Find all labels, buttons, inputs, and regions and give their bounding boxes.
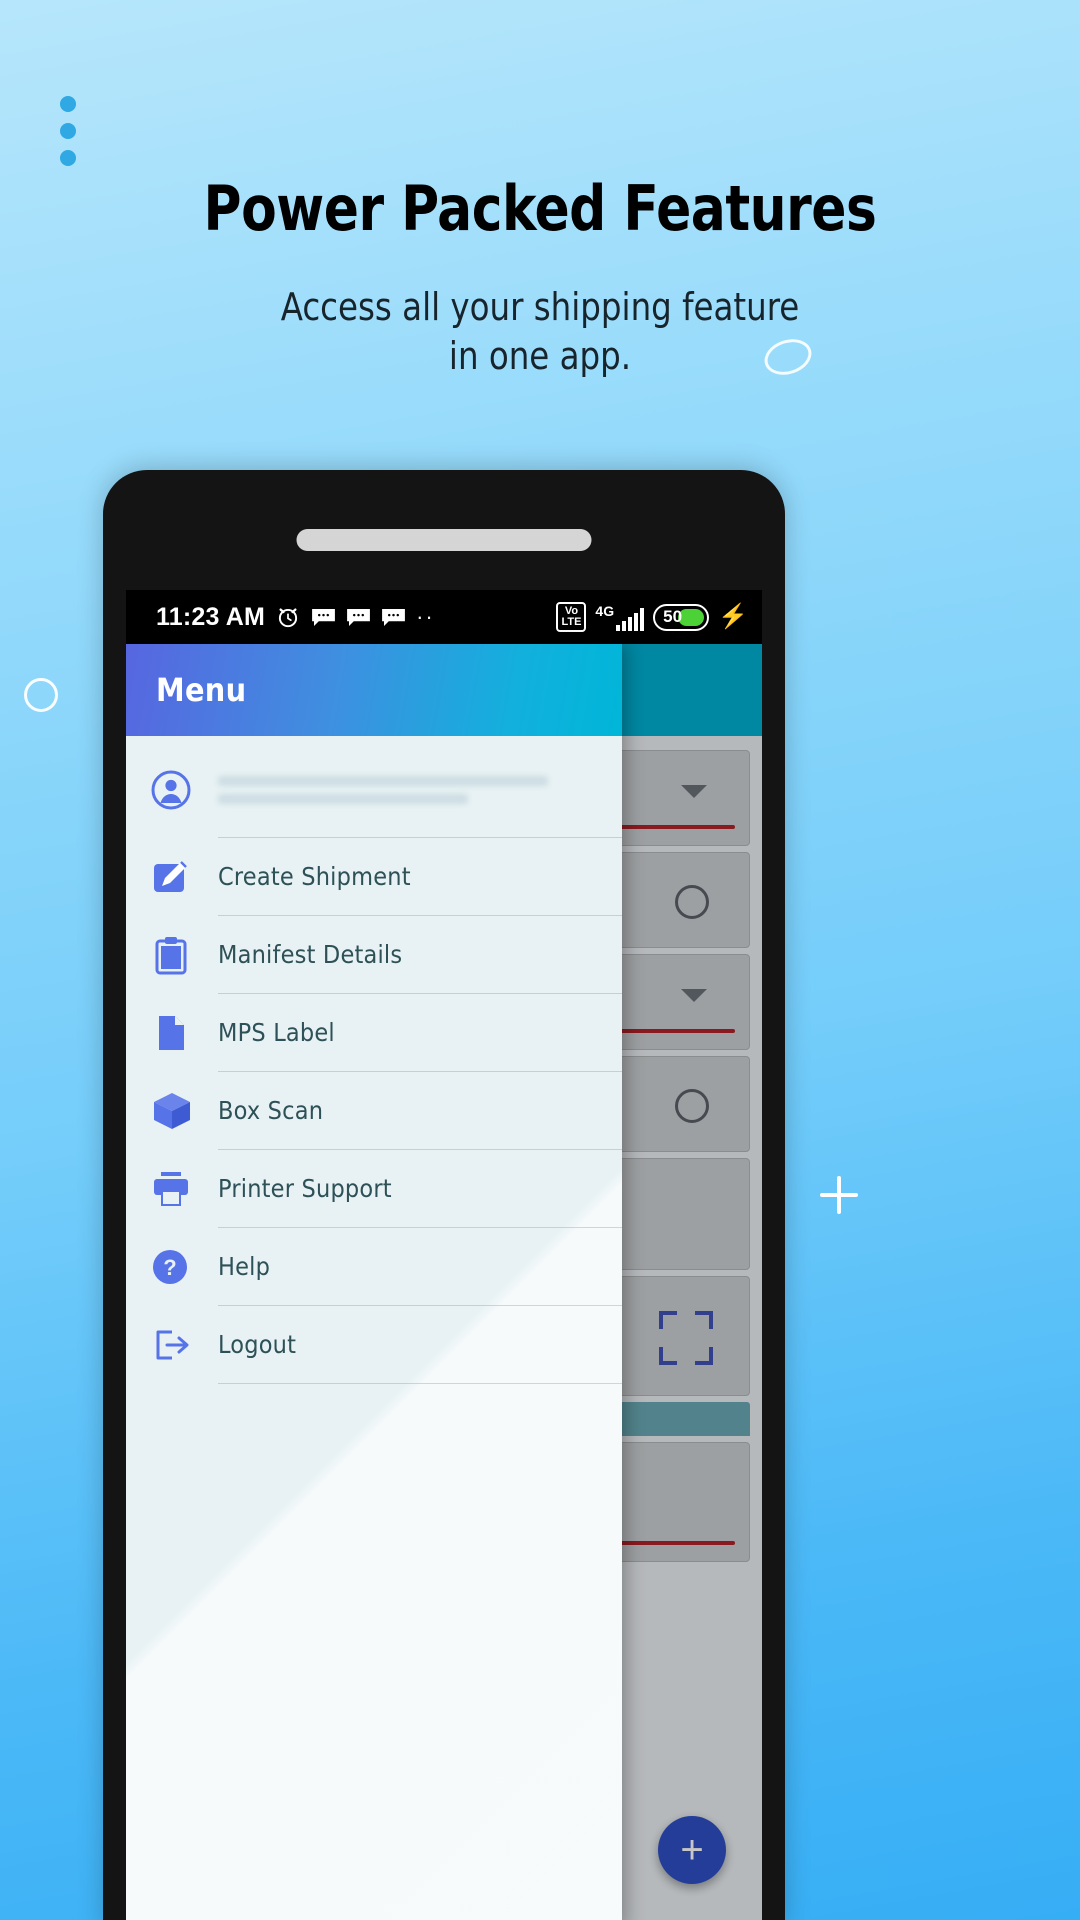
status-bar: 11:23 AM ·· Vo LTE 4G 50 ⚡ bbox=[126, 590, 762, 644]
drawer-title: Menu bbox=[156, 671, 247, 709]
sidebar-item-account[interactable] bbox=[126, 742, 622, 838]
sidebar-item-label: Printer Support bbox=[218, 1174, 392, 1203]
signal-strength-bars bbox=[616, 607, 645, 631]
status-time: 11:23 AM bbox=[156, 602, 266, 631]
volte-icon: Vo LTE bbox=[556, 602, 587, 632]
drawer-menu-list: Create Shipment Manifest Details MPS Lab… bbox=[126, 736, 622, 1384]
speaker-grill bbox=[296, 529, 592, 551]
navigation-drawer: Menu Create Shipment Manifest Details MP… bbox=[126, 644, 622, 1920]
alarm-clock-icon bbox=[278, 608, 298, 628]
promo-screen: Power Packed Features Access all your sh… bbox=[0, 0, 1080, 1920]
account-redacted-text bbox=[218, 742, 622, 838]
sidebar-item-label: Create Shipment bbox=[218, 862, 411, 891]
edit-square-icon bbox=[150, 856, 212, 898]
box-3d-icon bbox=[150, 1089, 212, 1133]
circle-outline-decoration bbox=[24, 678, 58, 712]
phone-screen: 11:23 AM ·· Vo LTE 4G 50 ⚡ + Menu Create… bbox=[126, 590, 762, 1920]
user-account-icon bbox=[150, 769, 212, 811]
clipboard-icon bbox=[150, 934, 212, 976]
sidebar-item-manifest-details[interactable]: Manifest Details bbox=[126, 916, 622, 994]
menu-text-wrap: Manifest Details bbox=[218, 916, 622, 994]
menu-text-wrap: Printer Support bbox=[218, 1150, 622, 1228]
status-bar-left: 11:23 AM ·· bbox=[156, 603, 435, 632]
battery-icon: 50 bbox=[653, 603, 710, 631]
redacted-line bbox=[218, 793, 468, 804]
volte-bottom-text: LTE bbox=[561, 616, 582, 628]
redacted-line bbox=[218, 775, 548, 786]
menu-text-wrap: Logout bbox=[218, 1306, 622, 1384]
sidebar-item-mps-label[interactable]: MPS Label bbox=[126, 994, 622, 1072]
network-label: 4G bbox=[595, 603, 615, 619]
menu-text-wrap: MPS Label bbox=[218, 994, 622, 1072]
signal-bars-icon: 4G bbox=[595, 603, 645, 631]
sidebar-item-label: Manifest Details bbox=[218, 940, 403, 969]
status-overflow-dots: ·· bbox=[416, 604, 435, 629]
charging-icon: ⚡ bbox=[718, 603, 748, 630]
help-circle-icon: ? bbox=[150, 1247, 212, 1287]
menu-text-wrap: Create Shipment bbox=[218, 838, 622, 916]
message-icon bbox=[347, 608, 370, 626]
logout-arrow-icon bbox=[150, 1324, 212, 1366]
sidebar-item-label: MPS Label bbox=[218, 1018, 335, 1047]
plus-decoration bbox=[820, 1176, 858, 1214]
sidebar-item-box-scan[interactable]: Box Scan bbox=[126, 1072, 622, 1150]
sidebar-item-logout[interactable]: Logout bbox=[126, 1306, 622, 1384]
svg-text:?: ? bbox=[163, 1255, 176, 1280]
sidebar-item-create-shipment[interactable]: Create Shipment bbox=[126, 838, 622, 916]
page-subtitle: Access all your shipping feature in one … bbox=[280, 285, 800, 378]
printer-icon bbox=[150, 1168, 212, 1210]
sidebar-item-printer-support[interactable]: Printer Support bbox=[126, 1150, 622, 1228]
battery-percent: 50 bbox=[663, 607, 683, 626]
sidebar-item-help[interactable]: ? Help bbox=[126, 1228, 622, 1306]
status-bar-right: Vo LTE 4G 50 ⚡ bbox=[556, 602, 748, 632]
menu-text-wrap: Box Scan bbox=[218, 1072, 622, 1150]
three-dots-vertical-icon bbox=[60, 96, 76, 166]
menu-text-wrap: Help bbox=[218, 1228, 622, 1306]
sidebar-item-label: Help bbox=[218, 1252, 271, 1281]
page-title: Power Packed Features bbox=[203, 172, 877, 245]
message-icon bbox=[382, 608, 405, 626]
phone-mockup: 11:23 AM ·· Vo LTE 4G 50 ⚡ + Menu Create… bbox=[103, 470, 785, 1920]
message-icon bbox=[312, 608, 335, 626]
drawer-header: Menu bbox=[126, 644, 622, 736]
sidebar-item-label: Logout bbox=[218, 1330, 297, 1359]
document-icon bbox=[150, 1012, 212, 1054]
sidebar-item-label: Box Scan bbox=[218, 1096, 324, 1125]
